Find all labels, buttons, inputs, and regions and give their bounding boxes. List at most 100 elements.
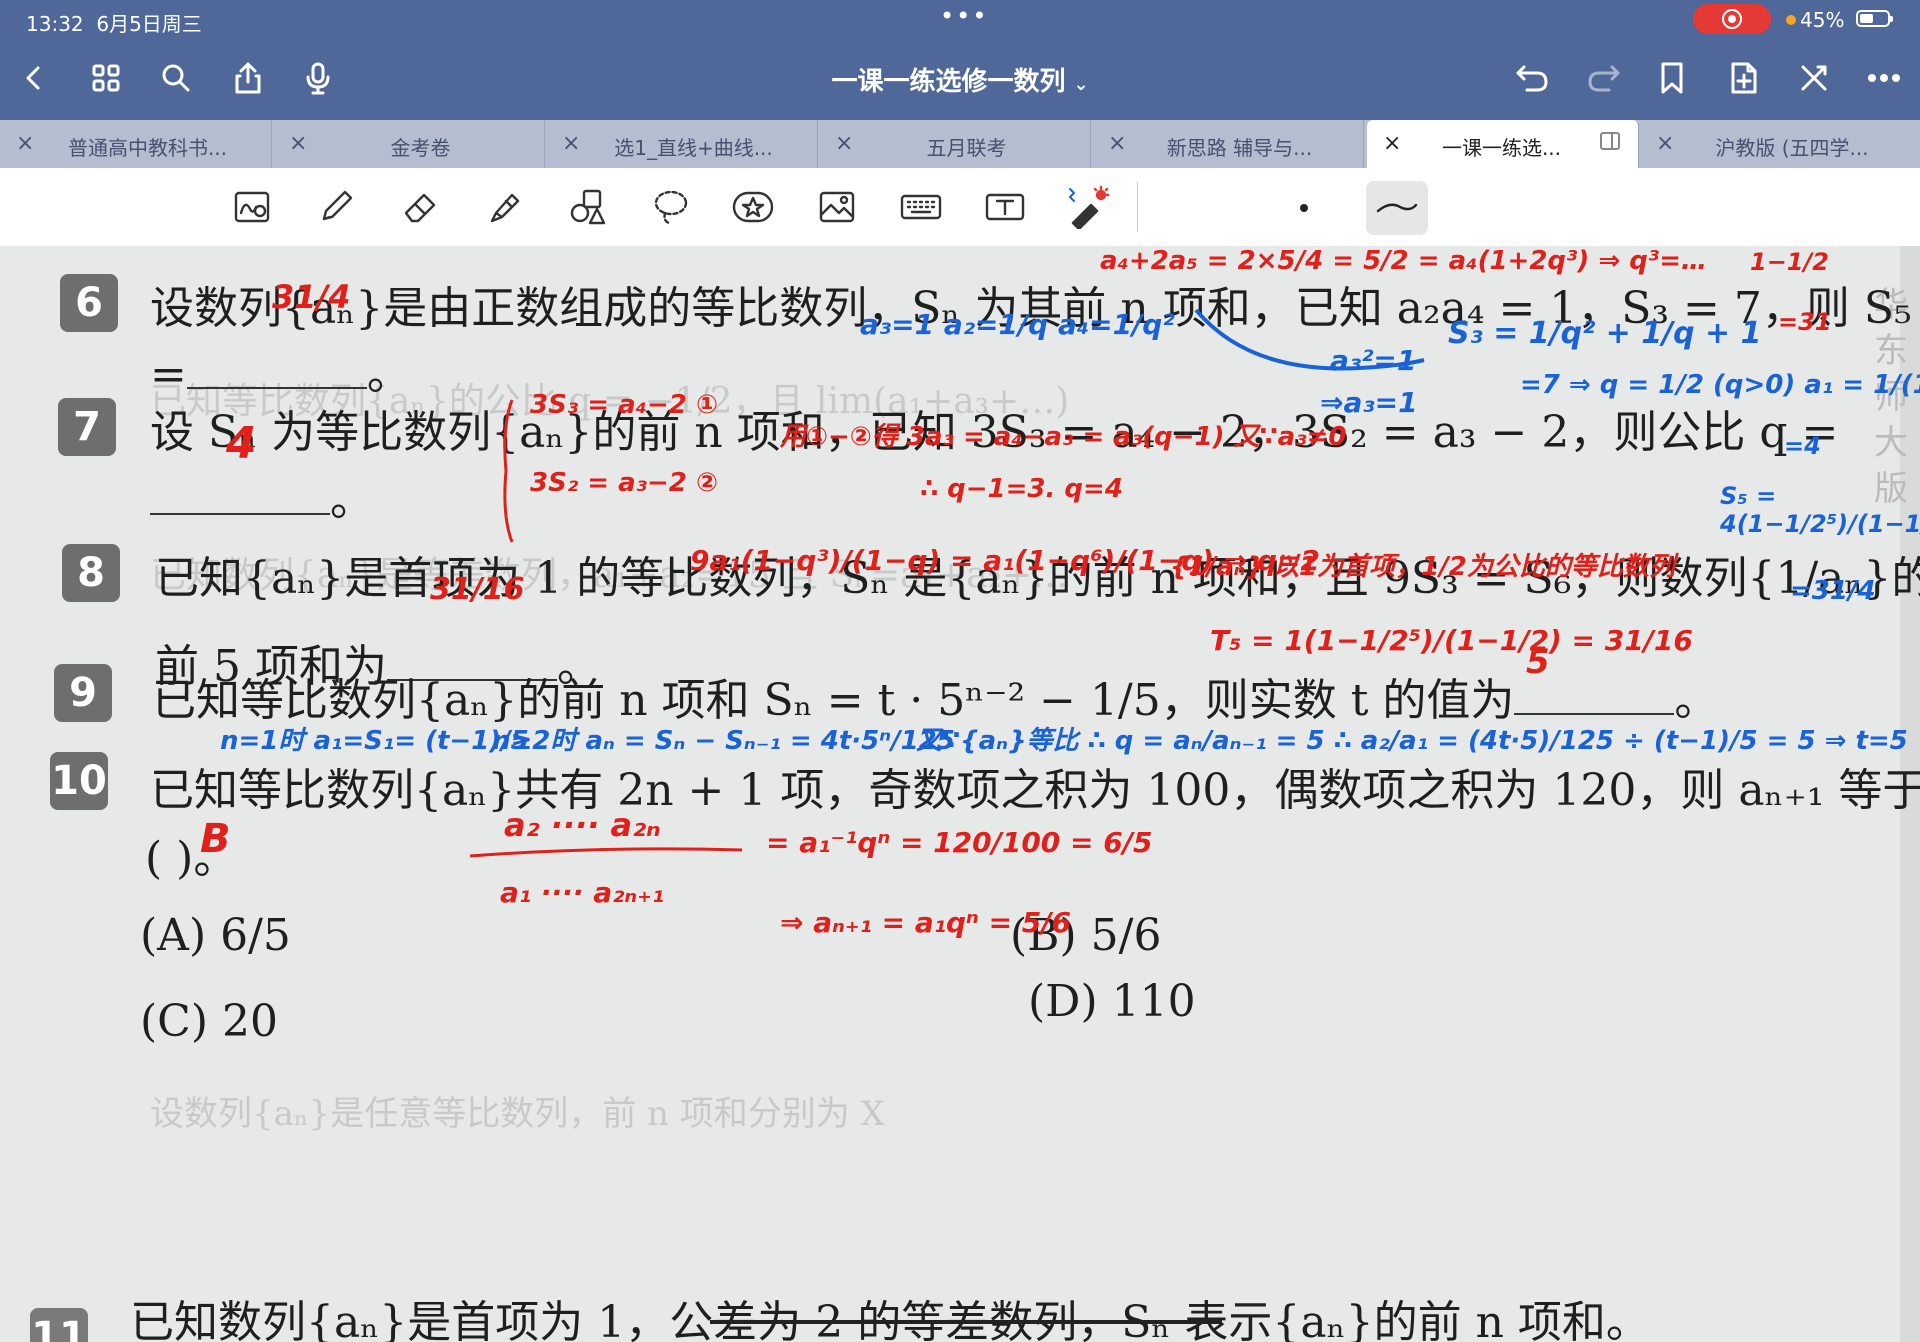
sticker-icon[interactable] (728, 182, 778, 232)
pen-toolbar (0, 168, 1920, 247)
handwritten-q10-work-4: ⇒ aₙ₊₁ = a₁qⁿ = 5/6 (780, 906, 1071, 939)
tab-7[interactable]: × 沪教版 (五四学... (1640, 120, 1920, 168)
bleed-text: 设数列{aₙ}是任意等比数列，前 n 项和分别为 X (150, 1094, 885, 1134)
option-d: (D) 110 (1028, 976, 1196, 1027)
mic-indicator-dot (1786, 15, 1796, 25)
handwritten-answer-q10: B (200, 816, 231, 862)
toolbar-divider (1137, 182, 1138, 232)
lasso-icon[interactable] (646, 182, 696, 232)
eraser-icon[interactable] (395, 182, 445, 232)
handwritten-q7-system-1: 3S₃ = a₄−2 ① (530, 390, 718, 420)
question-9-text: 已知等比数列{aₙ}的前 n 项和 Sₙ = t · 5ⁿ⁻² − 1/5，则实… (152, 675, 1719, 726)
title-dropdown-icon[interactable]: ⌄ (1073, 74, 1088, 95)
tab-close-icon[interactable]: × (1656, 131, 1674, 156)
bookmark-icon[interactable] (1652, 58, 1692, 98)
tab-label: 五月联考 (926, 136, 1007, 160)
tab-close-icon[interactable]: × (289, 131, 307, 156)
handwritten-arrow (1194, 308, 1425, 371)
handwritten-answer-q9: 5 (1526, 642, 1550, 682)
handwritten-q6-blue-3: ⇒a₃=1 (1320, 386, 1418, 419)
stroke-style-button[interactable] (1366, 181, 1428, 235)
tab-5[interactable]: × 新思路 辅导与... (1092, 120, 1364, 168)
handwritten-q6-right-4: =4 (1784, 432, 1821, 460)
handwritten-q10-work-2: a₁ ···· a₂ₙ₊₁ (500, 876, 665, 909)
text-box-icon[interactable] (980, 182, 1030, 232)
handwritten-q10-work-1: a₂ ···· a₂ₙ (504, 806, 661, 844)
tab-label: 新思路 辅导与... (1166, 136, 1313, 160)
handwritten-q10-work-3: = a₁⁻¹qⁿ = 120/100 = 6/5 (766, 826, 1153, 859)
handwritten-answer-q6: 31/4 (272, 278, 351, 316)
question-7-answer-line: 。 (150, 464, 374, 528)
handwritten-q6-right-1: 1−1/2 (1750, 248, 1829, 276)
more-icon[interactable] (1864, 58, 1904, 98)
zoom-write-icon[interactable] (227, 182, 277, 232)
handwritten-q6-right-6: =31/4 (1790, 576, 1876, 606)
handwritten-brace (503, 399, 514, 543)
handwritten-q6-right-2: =31 (1778, 308, 1832, 336)
keyboard-icon[interactable] (896, 182, 946, 232)
tab-label: 普通高中教科书... (67, 136, 228, 160)
tab-label: 金考卷 (390, 136, 451, 160)
question-number-11: 11 (30, 1308, 88, 1342)
handwritten-answer-q7: 4 (226, 418, 257, 469)
tab-6-active[interactable]: × 一课一练选... (1367, 120, 1639, 170)
handwritten-q7-system-2: 3S₂ = a₃−2 ② (530, 468, 718, 498)
question-6-answer-line: =。 (150, 349, 411, 400)
question-number-10: 10 (50, 752, 108, 810)
handwritten-q8-work-3: T₅ = 1(1−1/2⁵)/(1−1/2) = 31/16 (1210, 624, 1693, 657)
document-page[interactable]: 华东师大版 已知等比数列{aₙ}的公比 q = −1/2，且 lim(a₁+a₃… (0, 246, 1920, 1342)
laser-pointer-icon[interactable] (1062, 182, 1112, 232)
screen-record-icon[interactable] (1693, 4, 1771, 34)
handwritten-q6-right-3: =7 ⇒ q = 1/2 (q>0) a₁ = 1/(1/2)² (1520, 370, 1920, 400)
tab-4[interactable]: × 五月联考 (819, 120, 1091, 168)
option-a: (A) 6/5 (140, 910, 291, 961)
tab-label: 一课一练选... (1441, 136, 1562, 160)
tab-close-icon[interactable]: × (16, 131, 34, 156)
question-number-9: 9 (54, 664, 112, 722)
tab-close-icon[interactable]: × (1108, 131, 1126, 156)
tab-1[interactable]: × 普通高中教科书... (0, 120, 272, 168)
question-number-8: 8 (62, 544, 120, 602)
handwritten-q6-blue-4: S₃ = 1/q² + 1/q + 1 (1448, 316, 1762, 351)
shapes-icon[interactable] (563, 182, 613, 232)
handwritten-q7-work-1: 用①−②得 3a₃ = a₄−a₃ = a₃(q−1) 又∵a₃≠0 (780, 422, 1347, 452)
undo-icon[interactable] (1512, 58, 1552, 98)
battery-icon (1856, 10, 1893, 27)
add-page-icon[interactable] (1724, 58, 1764, 98)
handwritten-fraction-bar (469, 847, 743, 858)
question-10-text: 已知等比数列{aₙ}共有 2n + 1 项，奇数项之积为 100，偶数项之积为 … (150, 765, 1920, 816)
tab-close-icon[interactable]: × (835, 131, 853, 156)
multitask-dots[interactable]: ••• (940, 2, 988, 30)
handwritten-q8-work-2: {1/aₙ} 以1为首项，1/2为公比的等比数列 (1170, 552, 1675, 582)
pen-icon[interactable] (311, 182, 361, 232)
tab-close-icon[interactable]: × (562, 131, 580, 156)
close-pen-icon[interactable] (1794, 58, 1834, 98)
handwritten-q9-work-1: n=1时 a₁=S₁= (t−1)/5 (220, 726, 529, 756)
tab-label: 沪教版 (五四学... (1715, 136, 1869, 160)
battery-percent: 45% (1800, 8, 1845, 32)
document-title[interactable]: 一课一练选修一数列 ⌄ (0, 61, 1920, 98)
handwritten-q7-work-2: ∴ q−1=3. q=4 (920, 474, 1123, 504)
tab-3[interactable]: × 选1_直线+曲线... (546, 120, 818, 168)
highlighter-icon[interactable] (479, 182, 529, 232)
handwritten-q9-work-2: n≥2时 aₙ = Sₙ − Sₙ₋₁ = 4t·5ⁿ/125 (492, 726, 955, 756)
image-icon[interactable] (812, 182, 862, 232)
handwritten-q6-right-5: S₅ = 4(1−1/2⁵)/(1−1/2) (1720, 482, 1920, 538)
question-number-7: 7 (58, 398, 116, 456)
question-number-6: 6 (60, 274, 118, 332)
handwritten-answer-q8: 31/16 (430, 572, 525, 607)
handwritten-q6-blue-1: a₃=1 a₂=1/q a₄=1/q² (860, 308, 1175, 341)
tab-close-icon[interactable]: × (1383, 131, 1401, 156)
split-view-icon[interactable] (1600, 132, 1620, 150)
handwritten-q9-work-3: 又∵{aₙ}等比 ∴ q = aₙ/aₙ₋₁ = 5 ∴ a₂/a₁ = (4t… (916, 726, 1908, 756)
status-bar: 13:32 6月5日周三 ••• 45% (0, 0, 1920, 38)
stroke-width-dot[interactable] (1300, 204, 1308, 212)
tab-bar: × 普通高中教科书... × 金考卷 × 选1_直线+曲线... × 五月联考 … (0, 120, 1920, 170)
handwritten-q6-top: a₄+2a₅ = 2×5/4 = 5/2 = a₄(1+2q³) ⇒ q³=… (1100, 246, 1707, 276)
handwritten-underline (710, 1320, 1222, 1324)
status-time: 13:32 6月5日周三 (26, 12, 202, 36)
tab-2[interactable]: × 金考卷 (273, 120, 545, 168)
tab-label: 选1_直线+曲线... (614, 136, 773, 160)
option-c: (C) 20 (140, 996, 278, 1047)
redo-icon[interactable] (1584, 58, 1624, 98)
